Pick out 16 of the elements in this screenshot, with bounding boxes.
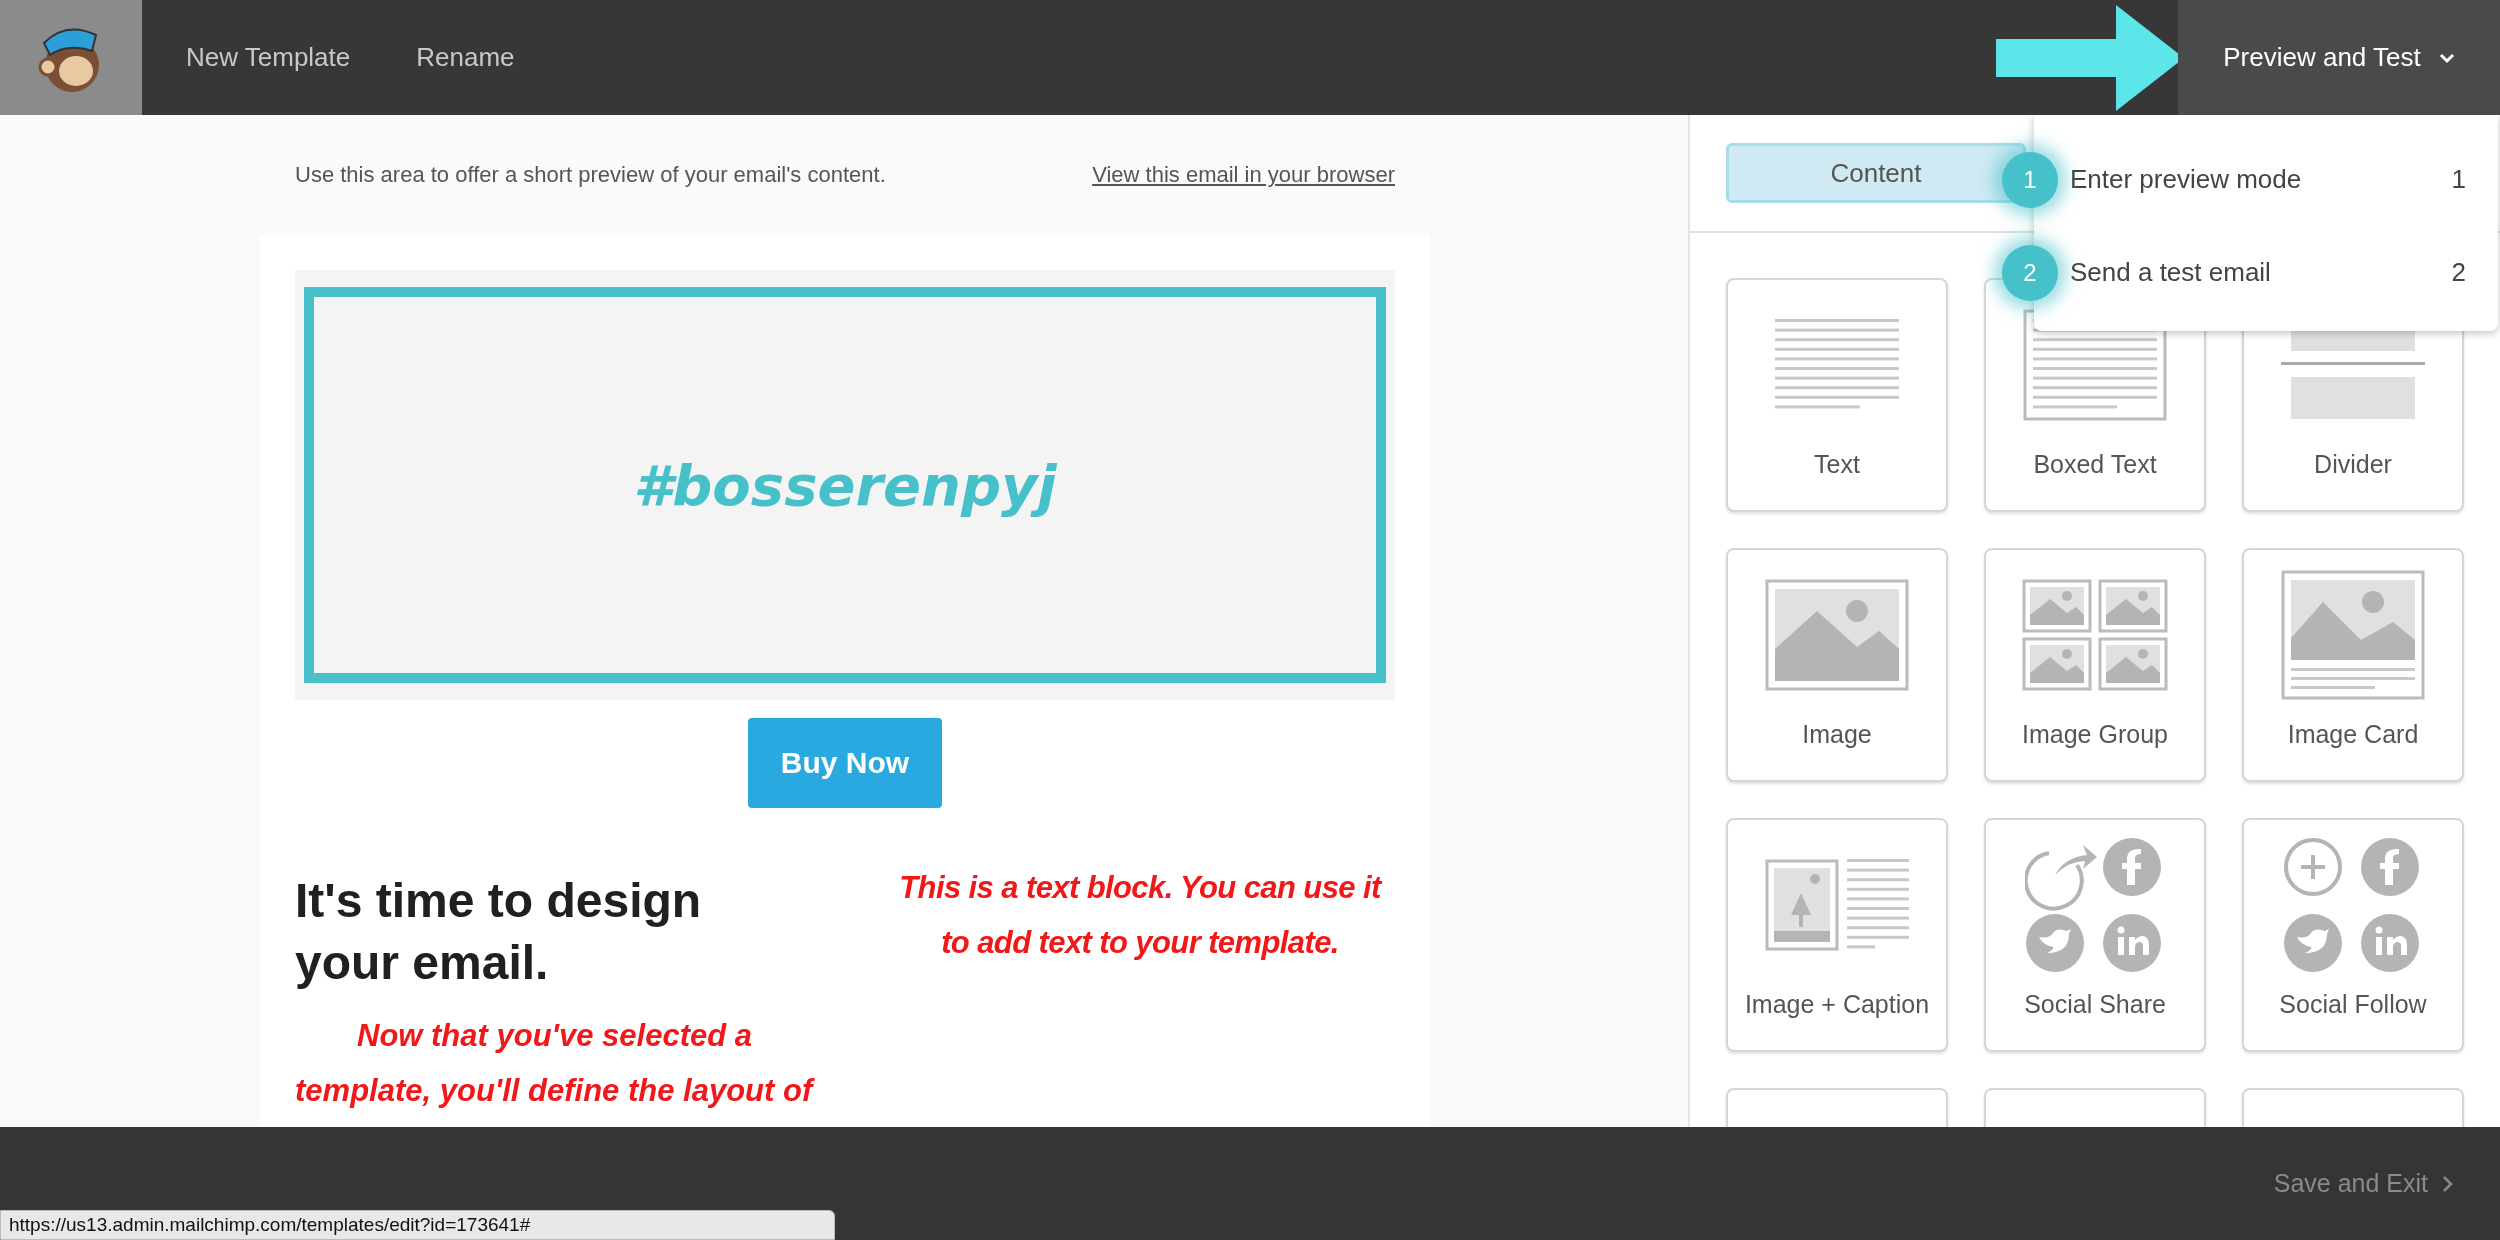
block-label: Social Share bbox=[2024, 990, 2166, 1019]
block-label: Social Follow bbox=[2279, 990, 2427, 1019]
preheader-text: Use this area to offer a short preview of your email's content. bbox=[295, 162, 886, 188]
status-url: https://us13.admin.mailchimp.com/templates/edit?id=173641# bbox=[0, 1210, 835, 1240]
block-label: Image Group bbox=[2022, 720, 2168, 749]
block-label: Divider bbox=[2314, 450, 2392, 479]
block-label: Image + Caption bbox=[1744, 990, 1930, 1019]
block-label: Image Card bbox=[2287, 720, 2419, 749]
body-text: Now that you've selected a template, you'll define the layout of bbox=[295, 1017, 816, 1110]
banner-hashtag: #bosserenpyj bbox=[633, 452, 1057, 518]
block-label: Boxed Text bbox=[2033, 450, 2157, 479]
block-label: Text bbox=[1814, 450, 1860, 479]
shortcut-key: 1 bbox=[2451, 164, 2466, 195]
body-text: This is a text block. You can use it to add text to your template. bbox=[898, 869, 1384, 962]
block-label: Image bbox=[1802, 720, 1872, 749]
email-heading: It's time to design your email. bbox=[295, 873, 703, 991]
